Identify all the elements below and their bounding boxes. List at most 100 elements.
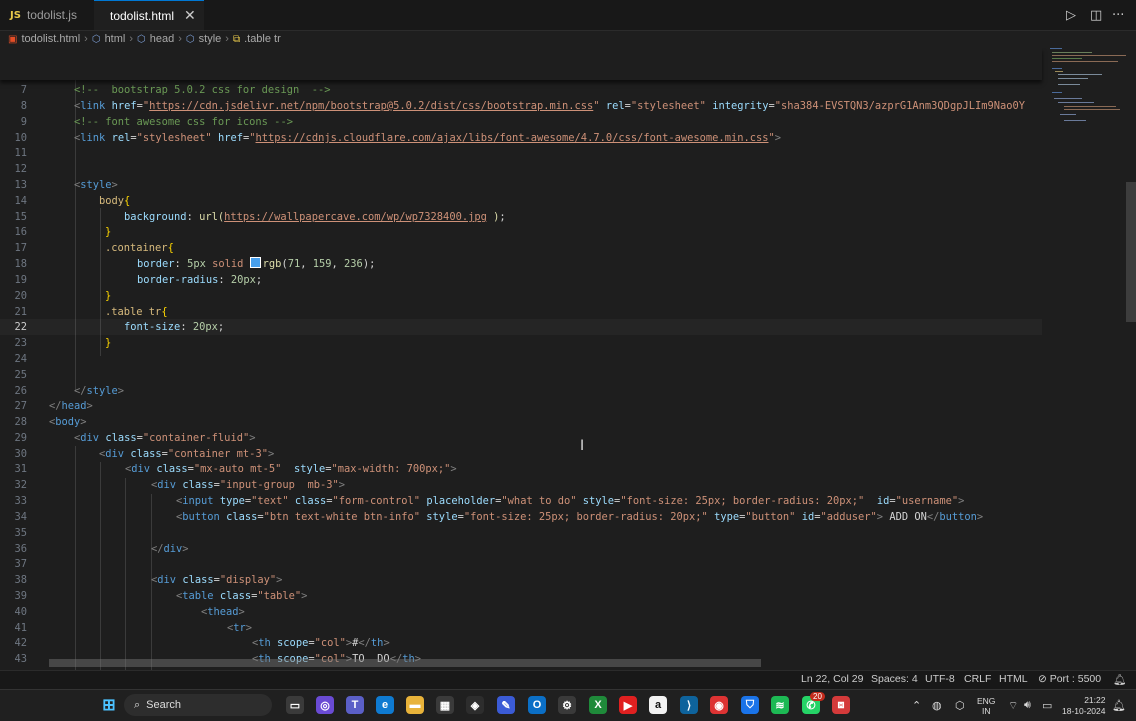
code-line: 8 <link href="https://cdn.jsdelivr.net/np… [20, 100, 1026, 112]
tab-todolist-js[interactable]: JS todolist.js [0, 0, 92, 30]
code-line: 27 </head> [14, 400, 93, 412]
chevron-right-icon: › [178, 33, 182, 45]
code-line: 38 <div class="display"> [14, 574, 283, 586]
element-icon: ⬡ [137, 33, 146, 45]
file-explorer-icon[interactable]: ▬ [406, 696, 424, 714]
language-indicator[interactable]: ENG IN [977, 690, 995, 721]
windows-start-icon[interactable]: ⊞ [100, 696, 118, 714]
run-icon[interactable]: ▷ [1066, 0, 1076, 30]
search-icon: ⌕ [134, 698, 141, 711]
windows-taskbar: ⊞ ⌕ Search ▭ ◎ T e ▬ ▦ ◈ ✎ O ⚙ X ▶ a ⟩ ◉… [0, 689, 1136, 721]
breadcrumb-item[interactable]: head [150, 33, 174, 45]
code-line: 36 </div> [14, 543, 189, 555]
language-mode[interactable]: HTML [999, 673, 1028, 685]
breadcrumb: ▣ todolist.html › ⬡ html › ⬡ head › ⬡ st… [0, 31, 1136, 47]
selector-icon: ⧉ [232, 33, 241, 45]
code-line: 13 <style> [14, 179, 118, 191]
code-line: 34 <button class="btn text-white btn-info… [14, 511, 984, 523]
settings-gear-icon[interactable]: ⚙ [558, 696, 576, 714]
live-server-port[interactable]: ⊘ Port : 5500 [1038, 673, 1101, 685]
store-icon[interactable]: ▦ [436, 696, 454, 714]
code-line: 41 <tr> [14, 622, 253, 634]
teams-icon[interactable]: T [346, 696, 364, 714]
encoding-setting[interactable]: UTF-8 [925, 673, 955, 685]
text-cursor-icon: I [580, 438, 585, 454]
outlook-icon[interactable]: O [528, 696, 546, 714]
code-line-current: 22 font-size: 20px; [0, 319, 1042, 335]
code-line: 33 <input type="text" class="form-control… [14, 495, 965, 507]
eol-setting[interactable]: CRLF [964, 673, 991, 685]
tray-expand-icon[interactable]: ⌃ [912, 690, 921, 721]
code-line: 11 [14, 147, 27, 159]
code-line: 15 background: url(https://wallpapercave.… [14, 211, 506, 223]
code-line: 10 <link rel="stylesheet" href="https://c… [14, 132, 782, 144]
taskbar-search[interactable]: ⌕ Search [124, 694, 272, 716]
amazon-icon[interactable]: a [649, 696, 667, 714]
code-line: 37 [14, 558, 27, 570]
code-line: 25 [14, 369, 27, 381]
chrome-icon[interactable]: ◉ [710, 696, 728, 714]
color-swatch[interactable] [249, 257, 261, 268]
code-line: 20} [14, 290, 112, 302]
radio-tower-icon: ⊘ [1038, 673, 1050, 685]
shield-icon[interactable]: ⛉ [741, 696, 759, 714]
split-editor-icon[interactable]: ◫ [1090, 0, 1102, 30]
sticky-scroll[interactable]: 2 <html lang="en"> 3 <head> [0, 48, 1042, 80]
code-editor[interactable]: 2 <html lang="en"> 3 <head> 7<!-- bootst… [0, 48, 1136, 670]
wifi-icon[interactable]: ⌔ [1008, 690, 1018, 721]
breadcrumb-item[interactable]: style [199, 33, 222, 45]
app-icon[interactable]: ◈ [466, 696, 484, 714]
edge-icon[interactable]: e [376, 696, 394, 714]
tray-app-icon[interactable]: ⬡ [955, 690, 965, 721]
vertical-scrollbar[interactable] [1126, 182, 1136, 322]
notifications-icon[interactable]: 🔔︎ [1112, 690, 1126, 721]
notifications-bell-icon[interactable]: 🔔︎ [1113, 673, 1126, 686]
code-line: 23} [14, 337, 112, 349]
code-line: 30 <div class="container mt-3"> [14, 448, 275, 460]
excel-icon[interactable]: X [589, 696, 607, 714]
code-line: 17 .container{ [14, 242, 174, 254]
more-actions-icon[interactable]: ··· [1112, 0, 1124, 30]
chevron-right-icon: › [225, 33, 229, 45]
indentation-setting[interactable]: Spaces: 4 [871, 673, 918, 685]
battery-icon[interactable]: ▭ [1042, 690, 1052, 721]
clock[interactable]: 21:22 18-10-2024 [1062, 690, 1105, 721]
breadcrumb-item[interactable]: todolist.html [21, 33, 80, 45]
cursor-position[interactable]: Ln 22, Col 29 [801, 673, 863, 685]
code-line: 16} [14, 226, 112, 238]
app-icon[interactable]: ✎ [497, 696, 515, 714]
spotify-icon[interactable]: ≋ [771, 696, 789, 714]
youtube-icon[interactable]: ▶ [619, 696, 637, 714]
copilot-icon[interactable]: ◎ [316, 696, 334, 714]
code-line: 29 <div class="container-fluid"> [14, 432, 256, 444]
app-icon[interactable]: ⧈ [832, 696, 850, 714]
task-view-icon[interactable]: ▭ [286, 696, 304, 714]
code-line: 39 <table class="table"> [14, 590, 308, 602]
tab-label: todolist.html [110, 8, 175, 23]
tray-app-icon[interactable]: ◍ [932, 690, 942, 721]
html-file-icon: ▣ [8, 33, 18, 45]
code-line: 2 <html lang="en"> [0, 48, 1042, 64]
code-line: 3 <head> [0, 64, 1042, 80]
tab-todolist-html[interactable]: todolist.html ✕ [94, 0, 204, 30]
notification-badge: 20 [810, 692, 825, 701]
code-line: 31 <div class="mx-auto mt-5" style="max-w… [14, 463, 457, 475]
code-line: 42 <th scope="col">#</th> [14, 637, 390, 649]
code-line: 35 [14, 527, 27, 539]
code-line: 26 </style> [14, 385, 125, 397]
code-line: 19 border-radius: 20px; [14, 274, 263, 286]
tab-label: todolist.js [26, 8, 77, 22]
minimap[interactable] [1044, 48, 1128, 670]
code-line: 40 <thead> [14, 606, 245, 618]
code-line: 32 <div class="input-group mb-3"> [14, 479, 345, 491]
volume-icon[interactable]: 🔊︎ [1024, 690, 1031, 721]
close-icon[interactable]: ✕ [184, 7, 196, 24]
breadcrumb-item[interactable]: .table tr [244, 33, 281, 45]
code-line: 28 <body> [14, 416, 87, 428]
vscode-icon[interactable]: ⟩ [680, 696, 698, 714]
code-line: 9 <!-- font awesome css for icons --> [20, 116, 293, 128]
element-icon: ⬡ [91, 33, 101, 45]
breadcrumb-item[interactable]: html [105, 33, 126, 45]
horizontal-scrollbar[interactable] [49, 659, 761, 667]
code-line: 14 body{ [14, 195, 131, 207]
